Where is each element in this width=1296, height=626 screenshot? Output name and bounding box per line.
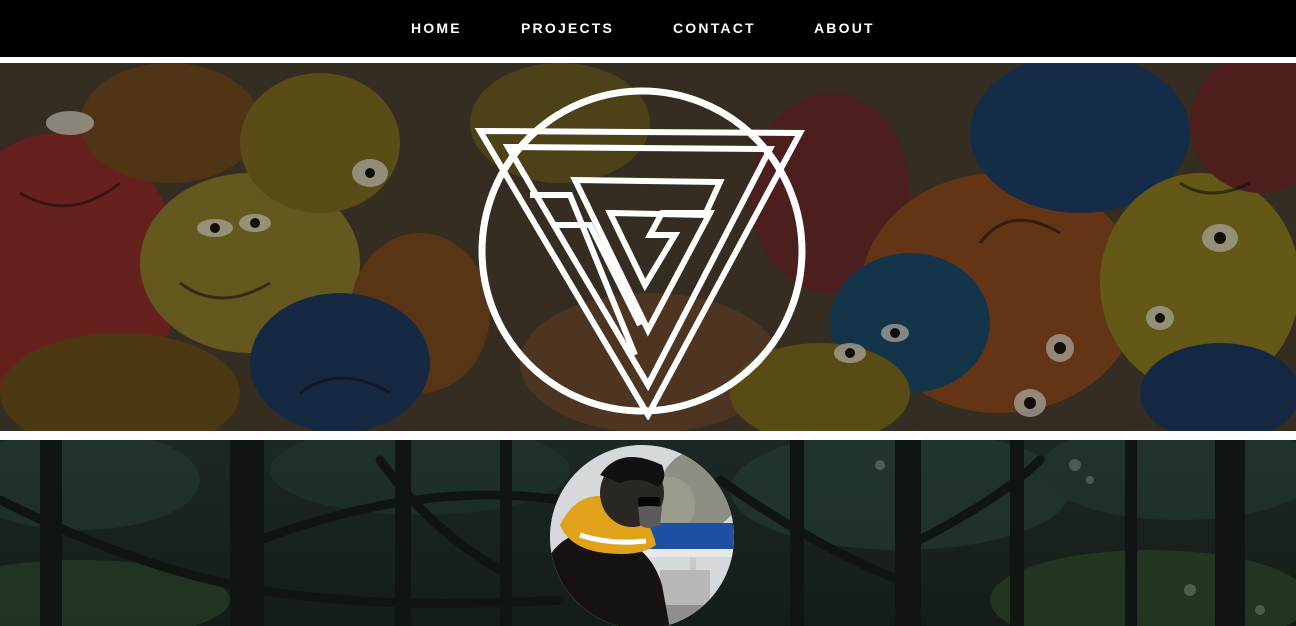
profile-section [0,440,1296,626]
nav-projects-link[interactable]: PROJECTS [521,20,614,36]
hero-banner [0,63,1296,431]
profile-photo-image [550,445,734,626]
nav-home-link[interactable]: HOME [411,20,462,36]
top-navigation-bar: HOME PROJECTS CONTACT ABOUT [0,0,1296,57]
avatar [550,445,734,626]
nav-contact-link[interactable]: CONTACT [673,20,756,36]
vg-logo-icon [474,87,806,420]
nav-about-link[interactable]: ABOUT [814,20,875,36]
